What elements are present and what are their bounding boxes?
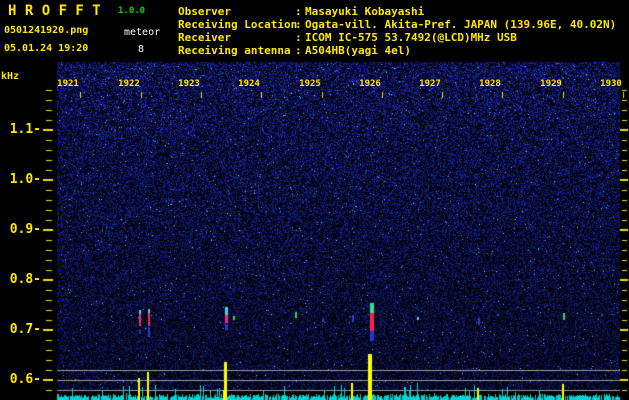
freq-tick-label: 1.0- xyxy=(9,172,41,187)
observation-datetime: 05.01.24 19:20 xyxy=(4,43,89,54)
app-title: H R O F F T xyxy=(8,3,101,19)
time-tick-label: 1921 xyxy=(57,79,79,89)
time-tick-label: 1922 xyxy=(118,79,140,89)
info-row-antenna: Receiving antenna: A504HB(yagi 4el) xyxy=(178,44,616,57)
time-tick-label: 1926 xyxy=(359,79,381,89)
freq-tick-label: 0.6- xyxy=(9,372,41,387)
info-separator: : xyxy=(295,5,302,18)
time-tick-label: 1927 xyxy=(419,79,441,89)
info-separator: : xyxy=(295,44,302,57)
freq-tick-label: 0.9- xyxy=(9,222,41,237)
spectrogram-canvas xyxy=(0,0,629,400)
time-tick-label: 1929 xyxy=(540,79,562,89)
station-info: Observer: Masayuki Kobayashi Receiving Lo… xyxy=(178,5,616,57)
info-separator: : xyxy=(295,31,302,44)
mode-label: meteor xyxy=(124,27,161,38)
time-tick-label: 1928 xyxy=(479,79,501,89)
info-label: Receiving Location xyxy=(178,18,298,31)
freq-tick-label: 0.8- xyxy=(9,272,41,287)
time-tick-label: 1923 xyxy=(178,79,200,89)
info-row-receiver: Receiver: ICOM IC-575 53.7492(@LCD)MHz US… xyxy=(178,31,616,44)
info-row-observer: Observer: Masayuki Kobayashi xyxy=(178,5,616,18)
info-separator: : xyxy=(295,18,302,31)
output-filename: 0501241920.png xyxy=(4,25,89,36)
freq-axis-unit-label: kHz xyxy=(1,71,20,82)
hrofft-screen: H R O F F T 1.0.0 0501241920.png meteor … xyxy=(0,0,629,400)
info-value: A504HB(yagi 4el) xyxy=(305,44,411,57)
info-value: ICOM IC-575 53.7492(@LCD)MHz USB xyxy=(305,31,517,44)
time-tick-label: 1924 xyxy=(238,79,260,89)
info-value: Ogata-vill. Akita-Pref. JAPAN (139.96E, … xyxy=(305,18,617,31)
freq-tick-label: 0.7- xyxy=(9,322,41,337)
meteor-count: 8 xyxy=(138,44,145,55)
time-tick-label: 1930 xyxy=(600,79,622,89)
info-value: Masayuki Kobayashi xyxy=(305,5,425,18)
app-version: 1.0.0 xyxy=(118,6,146,16)
time-tick-label: 1925 xyxy=(299,79,321,89)
info-label: Observer xyxy=(178,5,231,18)
info-row-location: Receiving Location: Ogata-vill. Akita-Pre… xyxy=(178,18,616,31)
info-label: Receiving antenna xyxy=(178,44,291,57)
info-label: Receiver xyxy=(178,31,231,44)
freq-tick-label: 1.1- xyxy=(9,122,41,137)
